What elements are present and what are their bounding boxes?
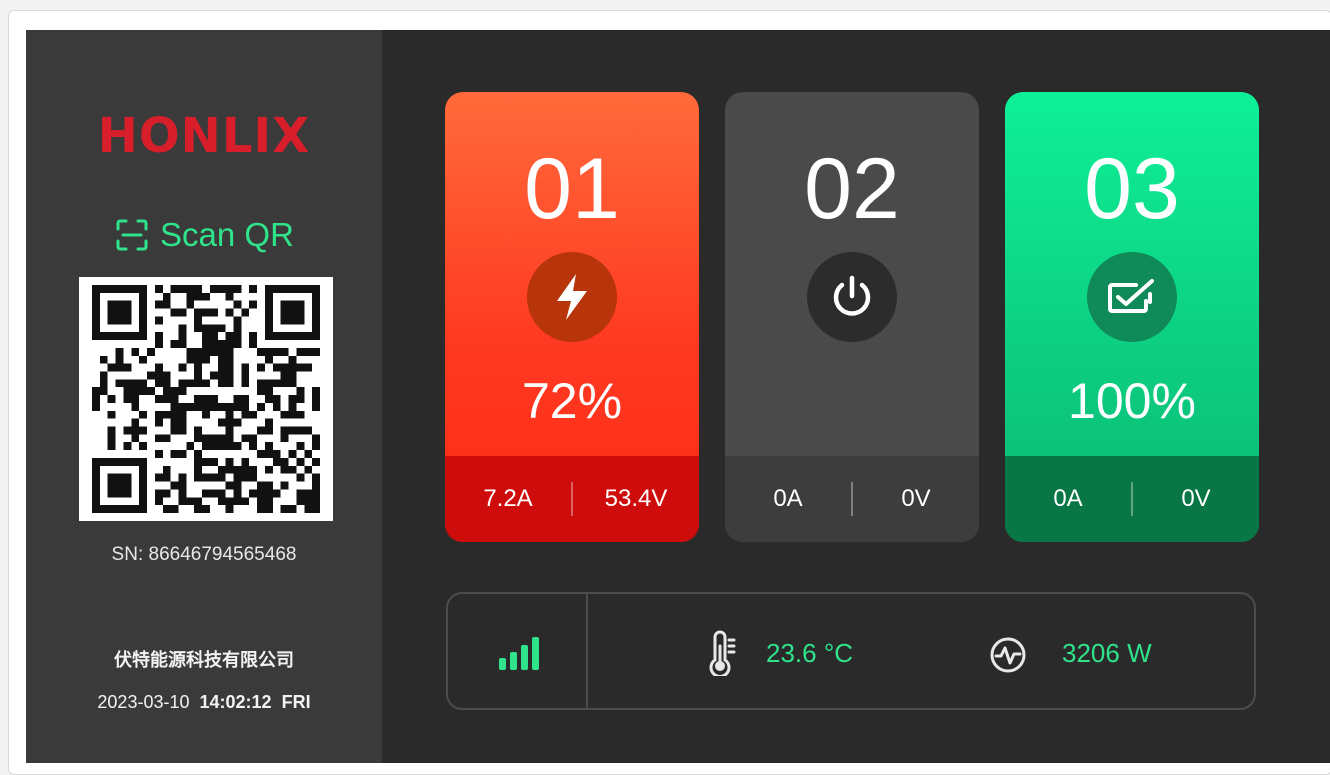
current-value: 0A — [1053, 485, 1083, 512]
voltage-value: 53.4V — [604, 485, 668, 512]
charger-card-02[interactable]: 02 0A 0V — [725, 92, 979, 542]
qr-code[interactable] — [79, 277, 333, 521]
serial-value: 86646794565468 — [148, 544, 297, 565]
voltage-value: 0V — [1181, 485, 1211, 512]
signal-icon — [498, 634, 546, 675]
serial-number: SN: 86646794565468 — [26, 544, 382, 566]
weekday-text: FRI — [281, 692, 311, 712]
charger-readings: 7.2A 53.4V — [445, 456, 699, 542]
thermometer-icon — [704, 630, 738, 681]
status-bar: 23.6 °C 3206 W — [446, 592, 1256, 710]
time-text: 14:02:12 — [199, 692, 272, 712]
sidebar: HONLIX Scan QR SN: 86646794565468 伏特能源科技… — [26, 30, 382, 763]
power-icon — [807, 252, 897, 342]
charger-number: 03 — [1084, 141, 1180, 237]
brand-logo: HONLIX — [97, 108, 311, 164]
datetime: 2023-03-10 14:02:12 FRI — [26, 692, 382, 713]
date-text: 2023-03-10 — [97, 692, 190, 712]
scan-qr-button[interactable]: Scan QR — [26, 216, 382, 254]
main-panel: 01 72% 7.2A 53.4V 02 0A 0V 03 100% 0A 0V… — [382, 30, 1330, 763]
battery-check-icon — [1087, 252, 1177, 342]
charger-number: 01 — [524, 141, 620, 237]
charger-number: 02 — [804, 141, 900, 237]
lightning-icon — [527, 252, 617, 342]
scan-icon — [116, 219, 148, 251]
serial-label: SN: — [111, 544, 144, 565]
charge-percent: 100% — [1068, 373, 1196, 429]
charger-readings: 0A 0V — [725, 456, 979, 542]
power-meter-icon — [988, 635, 1028, 680]
scan-qr-label: Scan QR — [160, 216, 294, 253]
company-name: 伏特能源科技有限公司 — [114, 650, 294, 670]
current-value: 7.2A — [483, 485, 533, 512]
charger-card-03[interactable]: 03 100% 0A 0V — [1005, 92, 1259, 542]
temperature-value: 23.6 °C — [766, 638, 854, 668]
charger-card-01[interactable]: 01 72% 7.2A 53.4V — [445, 92, 699, 542]
power-value: 3206 W — [1062, 638, 1152, 668]
qr-code-image — [92, 285, 320, 513]
charger-readings: 0A 0V — [1005, 456, 1259, 542]
charge-percent: 72% — [521, 373, 623, 429]
voltage-value: 0V — [901, 485, 931, 512]
status-divider — [586, 594, 588, 708]
charger-display: HONLIX Scan QR SN: 86646794565468 伏特能源科技… — [26, 30, 1330, 763]
current-value: 0A — [773, 485, 803, 512]
